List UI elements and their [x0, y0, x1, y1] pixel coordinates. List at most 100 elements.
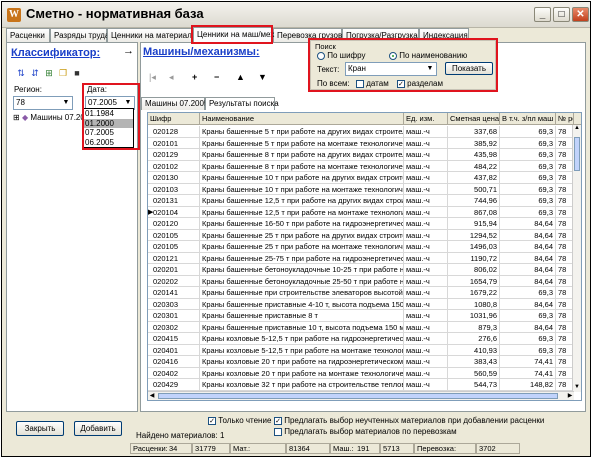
cell-wage[interactable]: 69,3	[500, 195, 556, 206]
cell-price[interactable]: 744,96	[448, 195, 500, 206]
cell-wage[interactable]: 69,3	[500, 137, 556, 149]
cell-price[interactable]: 1294,52	[448, 229, 500, 241]
cell-wage[interactable]: 69,3	[500, 172, 556, 183]
cell-price[interactable]: 560,59	[448, 367, 500, 379]
cell-wage[interactable]: 69,3	[500, 333, 556, 344]
offer-unpriced-checkbox[interactable]: ✓	[274, 416, 282, 425]
cell-code[interactable]: 020301	[148, 310, 200, 321]
sort-desc-icon[interactable]: ⇵	[29, 67, 41, 79]
add-button[interactable]: Добавить	[74, 421, 122, 436]
table-row[interactable]: 020105 Краны башенные 25 т при работе на …	[148, 241, 574, 253]
cell-unit[interactable]: маш.-ч	[404, 344, 448, 356]
delete-record-icon[interactable]: −	[214, 72, 219, 82]
table-row[interactable]: 020201 Краны башенные бетоноукладочные 10…	[148, 264, 574, 276]
col-region-header[interactable]: № ре	[556, 113, 574, 125]
cell-wage[interactable]: 69,3	[500, 126, 556, 137]
table-row[interactable]: 020103 Краны башенные 10 т при работе на …	[148, 183, 574, 195]
cell-name[interactable]: Краны башенные 10 т при работе на монтаж…	[200, 183, 404, 195]
table-row[interactable]: 020131 Краны башенные 12,5 т при работе н…	[148, 195, 574, 207]
cell-price[interactable]: 337,68	[448, 126, 500, 137]
scroll-up-icon[interactable]: ▲	[573, 125, 581, 133]
cell-name[interactable]: Краны козловые 5-12,5 т при работе на мо…	[200, 344, 404, 356]
scroll-right-icon[interactable]: ▶	[566, 392, 574, 400]
cell-code[interactable]: 020416	[148, 356, 200, 367]
cell-name[interactable]: Краны башенные 5 т при работе на других …	[200, 126, 404, 137]
cell-code[interactable]: 020415	[148, 333, 200, 344]
read-only-checkbox[interactable]: ✓	[208, 416, 216, 425]
cell-code[interactable]: 020302	[148, 321, 200, 333]
cell-name[interactable]: Краны башенные 16-50 т при работе на гид…	[200, 218, 404, 229]
cell-price[interactable]: 276,6	[448, 333, 500, 344]
cell-code[interactable]: 020129	[148, 149, 200, 160]
cell-wage[interactable]: 148,82	[500, 379, 556, 390]
cell-name[interactable]: Краны козловые 20 т при работе на гидроэ…	[200, 356, 404, 367]
cell-price[interactable]: 437,82	[448, 172, 500, 183]
cell-unit[interactable]: маш.-ч	[404, 264, 448, 275]
cell-price[interactable]: 385,92	[448, 137, 500, 149]
expand-icon[interactable]: ⊞	[13, 113, 20, 122]
table-row[interactable]: 020302 Краны башенные приставные 10 т, вы…	[148, 321, 574, 333]
close-window-button[interactable]: ✕	[572, 7, 589, 22]
cell-unit[interactable]: маш.-ч	[404, 183, 448, 195]
copy-icon[interactable]: ❐	[57, 67, 69, 79]
cell-price[interactable]: 806,02	[448, 264, 500, 275]
cell-unit[interactable]: маш.-ч	[404, 367, 448, 379]
cell-price[interactable]: 1031,96	[448, 310, 500, 321]
cell-code[interactable]: 020303	[148, 298, 200, 310]
hscroll-thumb[interactable]	[158, 393, 558, 399]
cell-code[interactable]: 020130	[148, 172, 200, 183]
cell-unit[interactable]: маш.-ч	[404, 379, 448, 390]
cell-price[interactable]: 915,94	[448, 218, 500, 229]
cell-code[interactable]: 020120	[148, 218, 200, 229]
offer-transport-option[interactable]: Предлагать выбор материалов по перевозка…	[274, 427, 457, 436]
move-down-icon[interactable]: ▼	[258, 72, 267, 82]
tree-icon[interactable]: ⊞	[43, 67, 55, 79]
add-record-icon[interactable]: +	[192, 72, 197, 82]
tree-item[interactable]: ⊞ ◆ Машины 07.20	[13, 113, 85, 122]
cell-unit[interactable]: маш.-ч	[404, 298, 448, 310]
cell-code[interactable]: 020201	[148, 264, 200, 275]
cell-name[interactable]: Краны башенные бетоноукладочные 25-50 т …	[200, 275, 404, 287]
cell-price[interactable]: 1654,79	[448, 275, 500, 287]
cell-price[interactable]: 867,08	[448, 206, 500, 218]
cell-unit[interactable]: маш.-ч	[404, 126, 448, 137]
cell-unit[interactable]: маш.-ч	[404, 149, 448, 160]
table-row[interactable]: 020129 Краны башенные 8 т при работе на д…	[148, 149, 574, 161]
cell-unit[interactable]: маш.-ч	[404, 321, 448, 333]
cell-name[interactable]: Краны башенные 10 т при работе на других…	[200, 172, 404, 183]
cell-price[interactable]: 544,73	[448, 379, 500, 390]
stop-icon[interactable]: ■	[71, 67, 83, 79]
cell-name[interactable]: Краны козловые 32 т при работе на строит…	[200, 379, 404, 390]
cell-unit[interactable]: маш.-ч	[404, 229, 448, 241]
cell-wage[interactable]: 69,3	[500, 310, 556, 321]
offer-unpriced-option[interactable]: ✓ Предлагать выбор неучтенных материалов…	[274, 416, 544, 425]
scroll-down-icon[interactable]: ▼	[573, 384, 581, 392]
maximize-button[interactable]: □	[553, 7, 570, 22]
scroll-left-icon[interactable]: ◀	[148, 392, 156, 400]
table-row[interactable]: 020402 Краны козловые 20 т при работе на …	[148, 367, 574, 379]
col-unit-header[interactable]: Ед. изм.	[404, 113, 448, 125]
cell-name[interactable]: Краны козловые 5-12,5 т при работе на ги…	[200, 333, 404, 344]
cell-price[interactable]: 435,98	[448, 149, 500, 160]
col-price-header[interactable]: Сметная цена	[448, 113, 500, 125]
col-name-header[interactable]: Наименование	[200, 113, 404, 125]
table-row[interactable]: 020401 Краны козловые 5-12,5 т при работе…	[148, 344, 574, 356]
table-row[interactable]: 020415 Краны козловые 5-12,5 т при работе…	[148, 333, 574, 345]
chevron-down-icon[interactable]: ▼	[60, 97, 72, 109]
cell-wage[interactable]: 69,3	[500, 183, 556, 195]
cell-price[interactable]: 1679,22	[448, 287, 500, 298]
table-row[interactable]: 020429 Краны козловые 32 т при работе на …	[148, 379, 574, 391]
table-row[interactable]: 020301 Краны башенные приставные 8 т маш.-…	[148, 310, 574, 322]
cell-wage[interactable]: 84,64	[500, 229, 556, 241]
cell-name[interactable]: Краны башенные приставные 8 т	[200, 310, 404, 321]
cell-wage[interactable]: 74,41	[500, 356, 556, 367]
cell-name[interactable]: Краны башенные 8 т при работе на других …	[200, 149, 404, 160]
col-wage-header[interactable]: В т.ч. з/пл маш	[500, 113, 556, 125]
table-row[interactable]: 020416 Краны козловые 20 т при работе на …	[148, 356, 574, 368]
vertical-scrollbar[interactable]: ▲ ▼	[572, 125, 581, 392]
cell-code[interactable]: 020101	[148, 137, 200, 149]
cell-wage[interactable]: 84,64	[500, 252, 556, 264]
cell-name[interactable]: Краны башенные 8 т при работе на монтаже…	[200, 160, 404, 172]
table-row[interactable]: 020128 Краны башенные 5 т при работе на д…	[148, 126, 574, 138]
subtab-machines[interactable]: Машины 07.2005	[141, 97, 208, 110]
